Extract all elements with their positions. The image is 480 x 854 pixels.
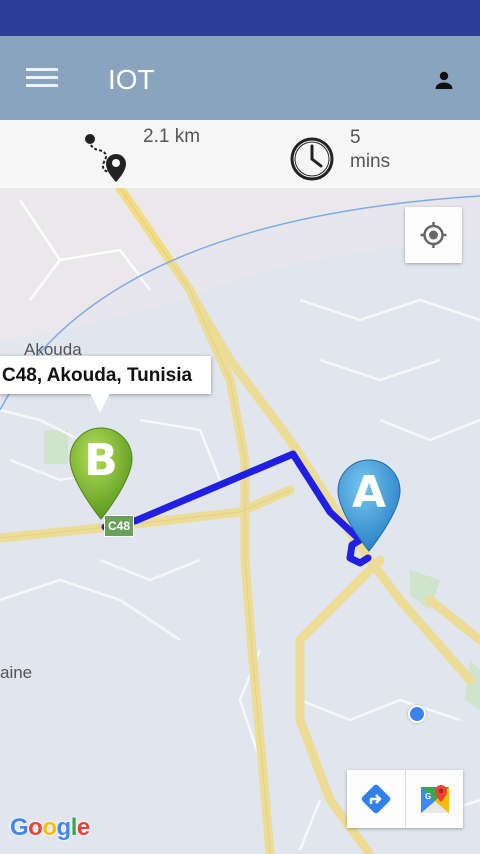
person-icon[interactable] — [432, 68, 456, 92]
current-location-dot — [408, 705, 426, 723]
directions-icon[interactable] — [347, 770, 405, 828]
info-window-text: C48, Akouda, Tunisia — [2, 365, 193, 386]
google-attribution: Google — [10, 814, 90, 841]
marker-a-label: A — [351, 467, 387, 518]
place-label-partial: aine — [0, 663, 33, 682]
map-toolbar: G — [347, 770, 463, 828]
my-location-icon[interactable] — [405, 207, 462, 263]
route-icon — [76, 128, 136, 186]
status-bar — [0, 0, 480, 36]
distance-value: 2.1 km — [143, 126, 201, 147]
duration-value: 5 mins — [350, 127, 391, 172]
clock-icon — [288, 136, 336, 182]
svg-text:G: G — [425, 792, 431, 801]
marker-info-window: C48, Akouda, Tunisia — [0, 356, 211, 394]
google-maps-icon[interactable]: G — [405, 770, 463, 828]
app-bar: IOT — [0, 36, 480, 120]
marker-b-label: B — [84, 435, 118, 486]
app-title: IOT — [108, 64, 155, 95]
hamburger-menu-icon[interactable] — [26, 68, 58, 90]
info-window-tail — [90, 393, 110, 413]
